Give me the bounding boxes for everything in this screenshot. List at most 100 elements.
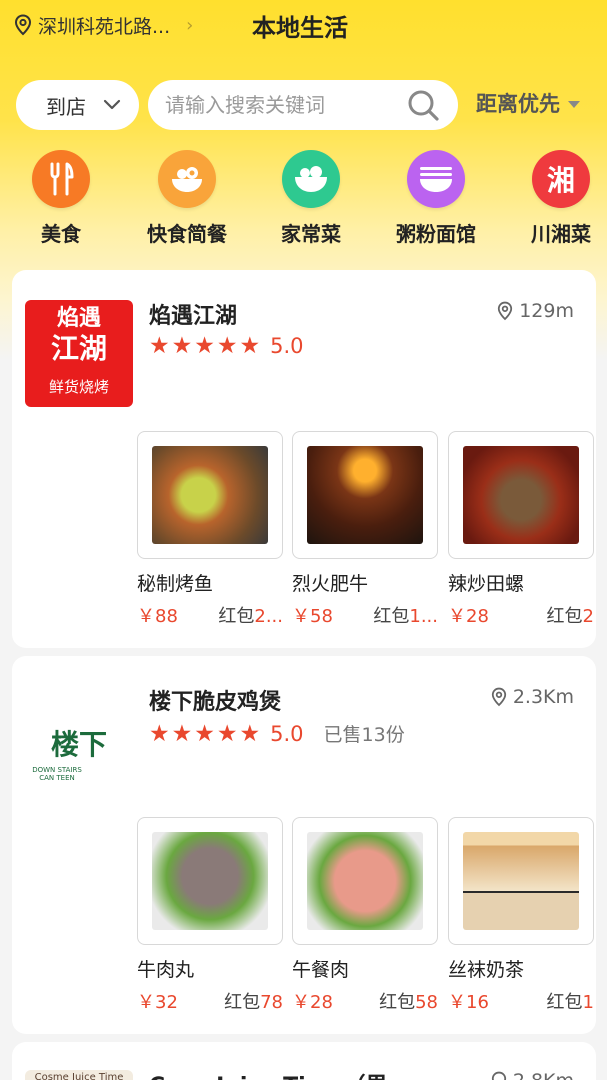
location-pin-icon bbox=[491, 687, 506, 707]
red-packet: 红包2 bbox=[547, 602, 594, 628]
dish-item[interactable]: 辣炒田螺 ￥28 红包2 bbox=[448, 431, 594, 628]
dish-price-row: ￥32 红包78 bbox=[137, 988, 283, 1014]
xiang-char-icon: 湘 bbox=[532, 150, 590, 208]
shop-card[interactable]: 楼下 DOWN STAIRS CAN TEEN 楼下脆皮鸡煲 2.3Km ★ ★… bbox=[12, 656, 596, 1034]
dish-price: ￥32 bbox=[137, 992, 178, 1013]
dish-item[interactable]: 牛肉丸 ￥32 红包78 bbox=[137, 817, 283, 1014]
red-packet-value: 1 bbox=[582, 992, 594, 1013]
rating: ★ ★ ★ ★ ★ 5.0 已售13份 bbox=[149, 720, 405, 747]
dish-name: 丝袜奶茶 bbox=[448, 959, 525, 981]
noodle-bowl-icon bbox=[407, 150, 465, 208]
shop-name[interactable]: Coco Juice Time（果 bbox=[149, 1068, 387, 1080]
category-label: 家常菜 bbox=[281, 222, 341, 246]
category-noodles[interactable]: 粥粉面馆 bbox=[376, 150, 496, 247]
logo-line-1: 焰遇 bbox=[56, 305, 101, 331]
red-packet-label: 红包 bbox=[546, 606, 583, 627]
dish-name: 牛肉丸 bbox=[137, 959, 195, 981]
dish-photo bbox=[463, 446, 579, 544]
dish-item[interactable]: 丝袜奶茶 ￥16 红包1 bbox=[448, 817, 594, 1014]
dish-item[interactable]: 秘制烤鱼 ￥88 红包2... bbox=[137, 431, 283, 628]
shop-name[interactable]: 楼下脆皮鸡煲 bbox=[149, 684, 281, 716]
salad-bowl-icon bbox=[282, 150, 340, 208]
red-packet-label: 红包 bbox=[224, 992, 261, 1013]
star-icon: ★ bbox=[194, 720, 215, 747]
dish-carousel[interactable]: 牛肉丸 ￥32 红包78 午餐肉 ￥28 红包58 丝袜奶茶 ￥16 红包1 bbox=[137, 817, 596, 1017]
red-packet: 红包78 bbox=[224, 988, 283, 1014]
shop-logo: 楼下 DOWN STAIRS CAN TEEN bbox=[25, 686, 133, 793]
logo-line-3: CAN TEEN bbox=[39, 774, 75, 782]
dish-price: ￥88 bbox=[137, 606, 178, 627]
shop-card[interactable]: 焰遇 江湖 鲜货烧烤 焰遇江湖 129m ★ ★ ★ ★ ★ 5.0 秘制烤鱼 … bbox=[12, 270, 596, 648]
dish-price-row: ￥28 红包58 bbox=[292, 988, 438, 1014]
red-packet-value: 78 bbox=[260, 992, 283, 1013]
search-input[interactable] bbox=[165, 93, 395, 117]
distance-value: 2.8Km bbox=[513, 1070, 574, 1080]
chevron-right-icon: › bbox=[186, 14, 194, 36]
location-pin-icon bbox=[14, 14, 32, 36]
red-packet-label: 红包 bbox=[379, 992, 416, 1013]
red-packet: 红包2... bbox=[218, 602, 283, 628]
fork-knife-icon bbox=[32, 150, 90, 208]
star-icon: ★ bbox=[149, 720, 170, 747]
red-packet: 红包1 bbox=[547, 988, 594, 1014]
star-icon: ★ bbox=[171, 333, 193, 359]
category-label: 快食简餐 bbox=[147, 222, 227, 246]
location-selector[interactable]: 深圳科苑北路... › bbox=[14, 10, 193, 40]
red-packet-value: 58 bbox=[415, 992, 438, 1013]
dish-carousel[interactable]: 秘制烤鱼 ￥88 红包2... 烈火肥牛 ￥58 红包1... 辣炒田螺 ￥28 bbox=[137, 431, 596, 631]
logo-line-3: 鲜货烧烤 bbox=[48, 378, 109, 396]
star-icon: ★ bbox=[216, 720, 238, 747]
search-box[interactable] bbox=[148, 80, 458, 130]
distance: 129m bbox=[497, 300, 574, 322]
dish-photo bbox=[463, 832, 579, 930]
rating-score: 5.0 bbox=[270, 721, 304, 746]
dish-price: ￥28 bbox=[448, 606, 489, 627]
distance-value: 129m bbox=[519, 300, 574, 322]
dish-price-row: ￥58 红包1... bbox=[292, 602, 438, 628]
sold-count: 已售13份 bbox=[323, 724, 405, 746]
dish-price-row: ￥28 红包2 bbox=[448, 602, 594, 628]
shop-name[interactable]: 焰遇江湖 bbox=[149, 298, 237, 330]
logo-line-2: DOWN STAIRS bbox=[32, 766, 82, 774]
page-title: 本地生活 bbox=[252, 14, 348, 42]
category-fast-food[interactable]: 快食简餐 bbox=[127, 150, 247, 247]
category-label: 川湘菜 bbox=[531, 222, 591, 246]
dish-name: 秘制烤鱼 bbox=[137, 573, 214, 595]
category-home-cooking[interactable]: 家常菜 bbox=[251, 150, 371, 247]
star-icon: ★ bbox=[194, 333, 215, 359]
distance: 2.8Km bbox=[491, 1070, 574, 1080]
filter-row: 到店 距离优先 bbox=[16, 80, 596, 130]
chevron-down-icon bbox=[103, 99, 121, 110]
dish-item[interactable]: 烈火肥牛 ￥58 红包1... bbox=[292, 431, 438, 628]
top-bar: 深圳科苑北路... › 本地生活 bbox=[0, 0, 607, 52]
red-packet-value: 1... bbox=[409, 606, 438, 627]
star-icon: ★ bbox=[216, 333, 238, 359]
mode-value: 到店 bbox=[46, 94, 86, 119]
logo-line-2: 江湖 bbox=[50, 332, 107, 365]
category-label: 美食 bbox=[41, 222, 81, 246]
category-food[interactable]: 美食 bbox=[1, 150, 121, 247]
star-icon: ★ bbox=[239, 720, 261, 747]
location-pin-icon bbox=[498, 301, 513, 321]
dish-name: 烈火肥牛 bbox=[292, 573, 369, 595]
dish-item[interactable]: 午餐肉 ￥28 红包58 bbox=[292, 817, 438, 1014]
dish-image-frame bbox=[448, 817, 594, 945]
red-packet: 红包58 bbox=[379, 988, 438, 1014]
red-packet-value: 2... bbox=[254, 606, 283, 627]
mode-dropdown[interactable]: 到店 bbox=[16, 80, 139, 130]
star-icon: ★ bbox=[239, 333, 261, 359]
star-icon: ★ bbox=[171, 720, 193, 747]
category-label: 粥粉面馆 bbox=[396, 222, 476, 246]
sort-dropdown[interactable]: 距离优先 bbox=[476, 88, 580, 118]
logo-line-1: 楼下 bbox=[50, 728, 107, 761]
red-packet: 红包1... bbox=[373, 602, 438, 628]
search-icon[interactable] bbox=[406, 88, 440, 122]
red-packet-label: 红包 bbox=[546, 992, 583, 1013]
dish-name: 午餐肉 bbox=[292, 959, 350, 981]
category-sichuan-hunan[interactable]: 湘 川湘菜 bbox=[501, 150, 607, 247]
location-pin-icon bbox=[491, 1071, 506, 1080]
shop-card[interactable]: Cosme Juice Time Coco Juice Time（果 2.8Km bbox=[12, 1042, 596, 1080]
dish-photo bbox=[152, 446, 268, 544]
distance-value: 2.3Km bbox=[512, 686, 574, 708]
dish-price: ￥58 bbox=[292, 606, 333, 627]
